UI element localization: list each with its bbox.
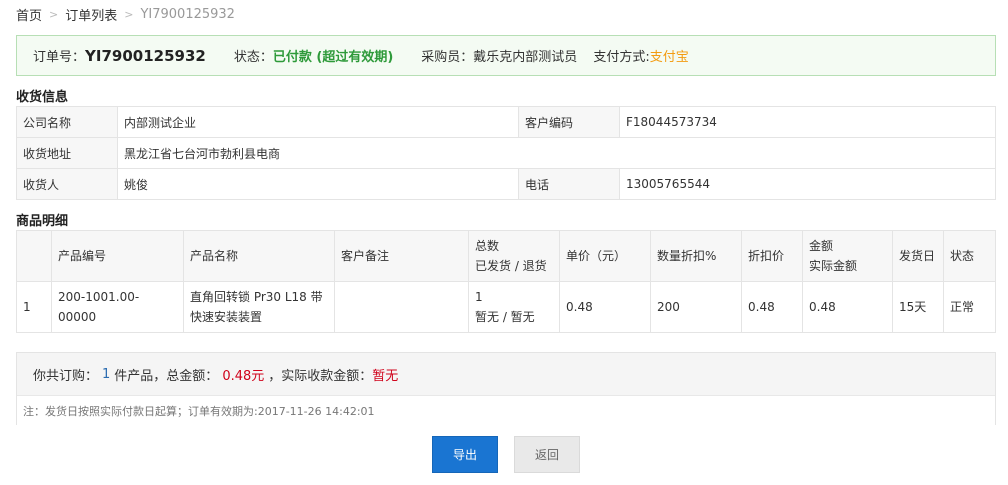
status-badge: 已付款 (超过有效期) bbox=[272, 50, 394, 65]
col-header-amount: 金额 实际金额 bbox=[802, 230, 893, 282]
order-status-bar: 订单号： YI7900125932 状态： 已付款 (超过有效期) 采购员： 戴… bbox=[16, 35, 996, 76]
goods-section-title: 商品明细 bbox=[16, 214, 69, 229]
table-row: 1 200-1001.00-00000 直角回转锁 Pr30 L18 带快速安装… bbox=[16, 281, 996, 333]
breadcrumb-separator-icon: > bbox=[49, 8, 59, 21]
col-header-name: 产品名称 bbox=[183, 230, 335, 282]
customer-code-value: F18044573734 bbox=[619, 106, 996, 138]
customer-code-label: 客户编码 bbox=[518, 106, 620, 138]
breadcrumb-current: YI7900125932 bbox=[140, 7, 235, 22]
col-header-discount-qty: 数量折扣% bbox=[650, 230, 742, 282]
order-summary: 你共订购： 1 件产品，总金额： 0.48元 ，实际收款金额： 暂无 注：发货日… bbox=[16, 352, 996, 425]
summary-actual-label: ，实际收款金额： bbox=[268, 368, 373, 384]
company-label: 公司名称 bbox=[16, 106, 118, 138]
cell-no: 1 bbox=[16, 281, 52, 333]
summary-actual: 暂无 bbox=[372, 368, 399, 384]
col-header-no bbox=[16, 230, 52, 282]
cell-total: 1 暂无 / 暂无 bbox=[468, 281, 560, 333]
table-row: 收货地址 黑龙江省七台河市勃利县电商 bbox=[16, 137, 996, 169]
order-no-label: 订单号： bbox=[33, 50, 86, 65]
pay-method: 支付宝 bbox=[649, 50, 689, 65]
receiver-info-table: 公司名称 内部测试企业 客户编码 F18044573734 收货地址 黑龙江省七… bbox=[16, 106, 996, 200]
address-label: 收货地址 bbox=[16, 137, 118, 169]
cell-price: 0.48 bbox=[559, 281, 651, 333]
cell-remark bbox=[334, 281, 469, 333]
goods-table: 产品编号 产品名称 客户备注 总数 已发货 / 退货 单价（元） 数量折扣% 折… bbox=[16, 230, 996, 333]
col-header-ship-day: 发货日 bbox=[892, 230, 944, 282]
summary-amount: 0.48元 bbox=[222, 368, 265, 384]
buyer-name: 戴乐克内部测试员 bbox=[473, 50, 578, 65]
breadcrumb-home-link[interactable]: 首页 bbox=[16, 5, 42, 24]
cell-amount: 0.48 bbox=[802, 281, 893, 333]
summary-qty: 1 bbox=[102, 366, 111, 382]
order-no: YI7900125932 bbox=[85, 46, 206, 65]
phone-label: 电话 bbox=[518, 168, 620, 200]
table-row: 收货人 姚俊 电话 13005765544 bbox=[16, 168, 996, 200]
buyer-label: 采购员： bbox=[421, 50, 474, 65]
col-header-total-line1: 总数 bbox=[475, 239, 500, 253]
summary-note: 注：发货日按照实际付款日起算；订单有效期为:2017-11-26 14:42:0… bbox=[17, 396, 995, 425]
cell-code: 200-1001.00-00000 bbox=[51, 281, 184, 333]
col-header-amount-line1: 金额 bbox=[809, 239, 834, 253]
address-value: 黑龙江省七台河市勃利县电商 bbox=[117, 137, 996, 169]
cell-total-value: 1 bbox=[475, 290, 483, 304]
receiver-section-title: 收货信息 bbox=[16, 90, 69, 105]
cell-shipped-value: 暂无 / 暂无 bbox=[475, 310, 535, 324]
col-header-remark: 客户备注 bbox=[334, 230, 469, 282]
summary-qty-suffix: 件产品，总金额： bbox=[114, 368, 219, 384]
breadcrumb-separator-icon: > bbox=[124, 8, 134, 21]
cell-name: 直角回转锁 Pr30 L18 带快速安装装置 bbox=[183, 281, 335, 333]
table-header-row: 产品编号 产品名称 客户备注 总数 已发货 / 退货 单价（元） 数量折扣% 折… bbox=[16, 230, 996, 282]
col-header-total-line2: 已发货 / 退货 bbox=[475, 259, 547, 273]
col-header-discount-price: 折扣价 bbox=[741, 230, 803, 282]
receiver-name-value: 姚俊 bbox=[117, 168, 519, 200]
pay-method-label: 支付方式: bbox=[593, 50, 650, 65]
col-header-total: 总数 已发货 / 退货 bbox=[468, 230, 560, 282]
phone-value: 13005765544 bbox=[619, 168, 996, 200]
col-header-code: 产品编号 bbox=[51, 230, 184, 282]
breadcrumb-order-list-link[interactable]: 订单列表 bbox=[65, 5, 117, 24]
cell-discount-price: 0.48 bbox=[741, 281, 803, 333]
table-row: 公司名称 内部测试企业 客户编码 F18044573734 bbox=[16, 106, 996, 138]
receiver-name-label: 收货人 bbox=[16, 168, 118, 200]
col-header-price: 单价（元） bbox=[559, 230, 651, 282]
summary-line: 你共订购： 1 件产品，总金额： 0.48元 ，实际收款金额： 暂无 bbox=[17, 353, 995, 396]
col-header-amount-line2: 实际金额 bbox=[809, 259, 858, 273]
col-header-state: 状态 bbox=[943, 230, 996, 282]
breadcrumb: 首页 > 订单列表 > YI7900125932 bbox=[16, 5, 235, 24]
status-label: 状态： bbox=[233, 50, 273, 65]
cell-discount-qty: 200 bbox=[650, 281, 742, 333]
company-value: 内部测试企业 bbox=[117, 106, 519, 138]
cell-state: 正常 bbox=[943, 281, 996, 333]
export-button[interactable]: 导出 bbox=[432, 436, 498, 473]
cell-ship-day: 15天 bbox=[892, 281, 944, 333]
back-button[interactable]: 返回 bbox=[514, 436, 580, 473]
summary-prefix: 你共订购： bbox=[33, 368, 99, 384]
